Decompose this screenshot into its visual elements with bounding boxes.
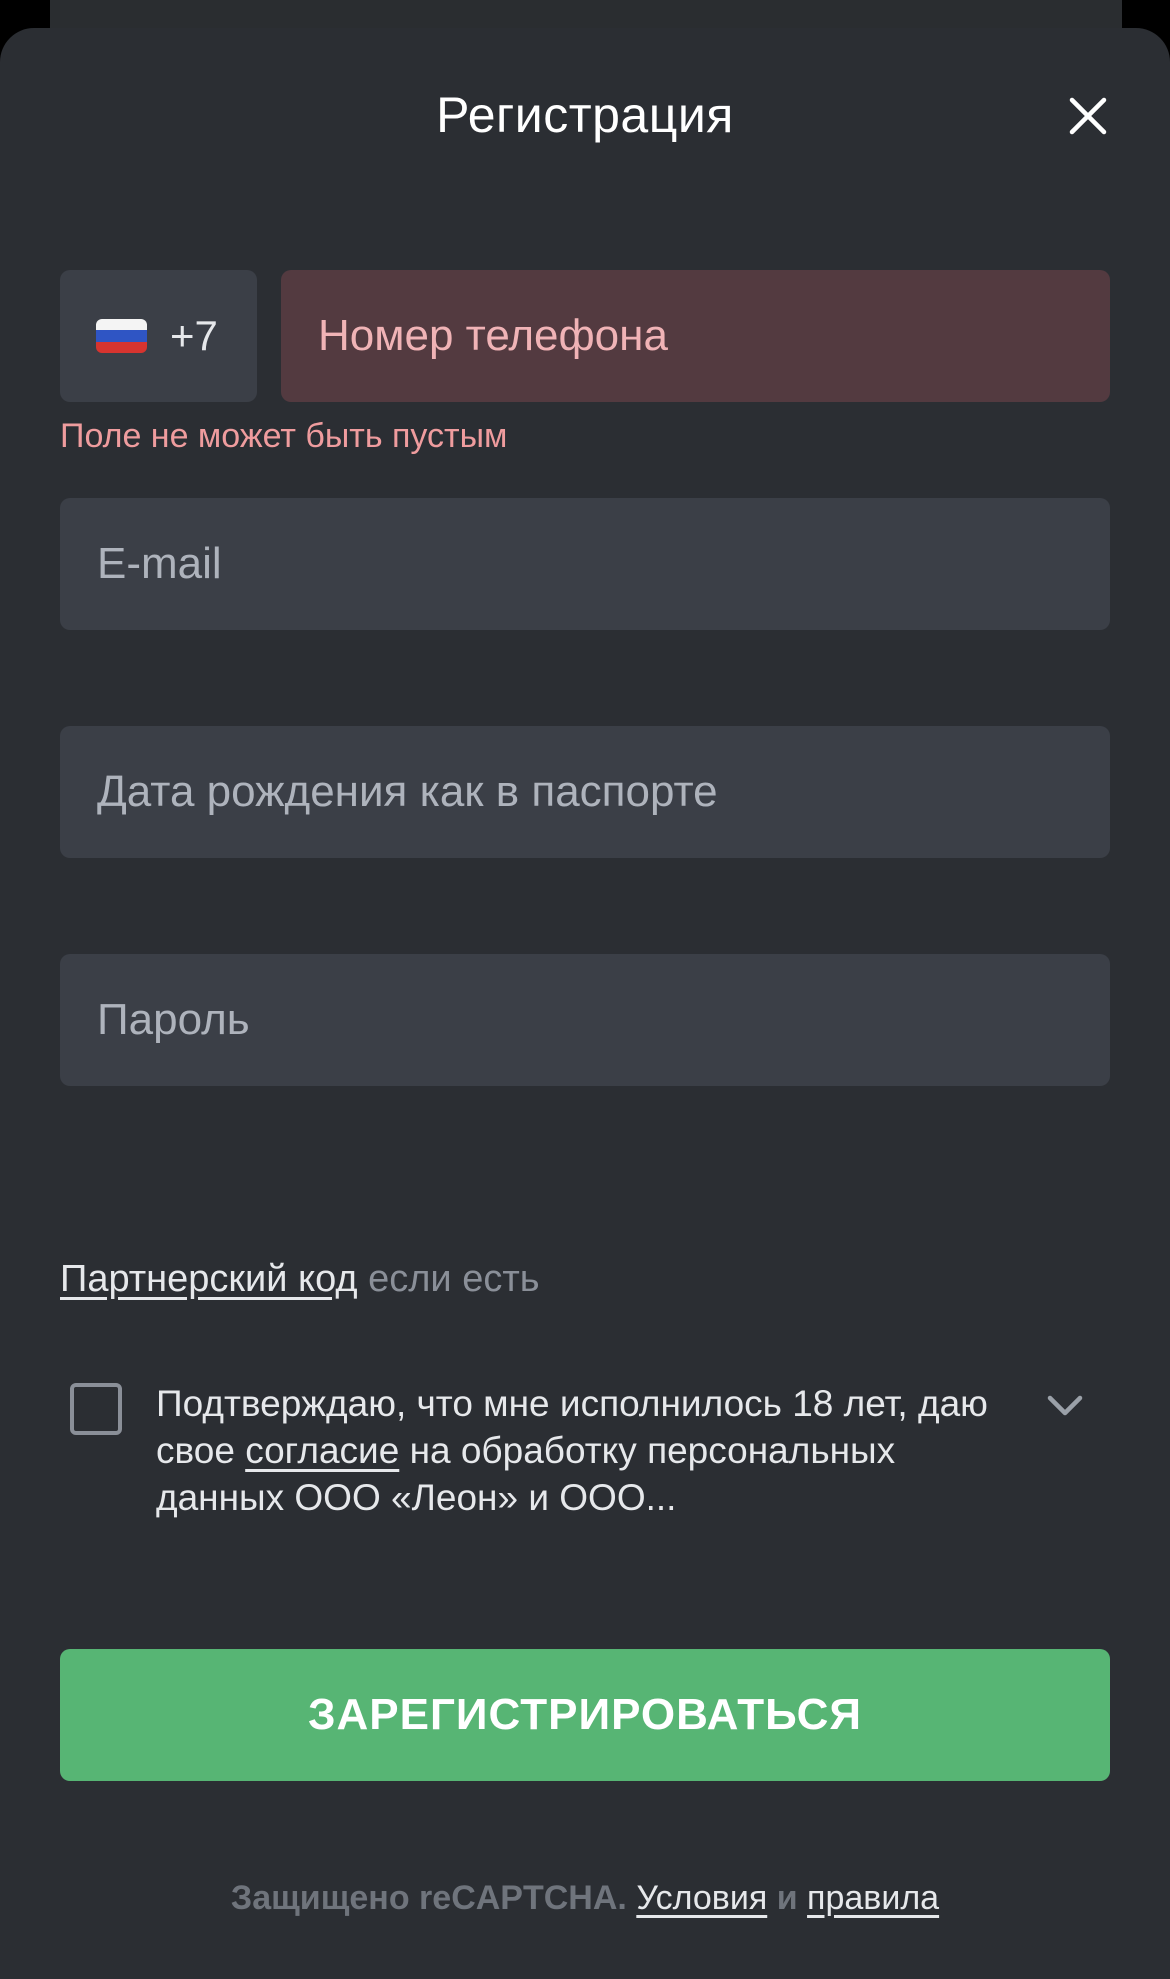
partner-code-hint: если есть <box>368 1258 540 1300</box>
dial-code: +7 <box>170 312 218 359</box>
terms-link[interactable]: Условия <box>636 1879 767 1917</box>
phone-error-message: Поле не может быть пустым <box>60 417 508 455</box>
phone-placeholder: Номер телефона <box>318 311 668 360</box>
flag-russia-icon <box>96 319 147 353</box>
close-button[interactable] <box>1058 86 1118 146</box>
consent-expand-button[interactable] <box>1040 1386 1090 1426</box>
email-input[interactable]: E-mail <box>60 498 1110 630</box>
footer-and: и <box>776 1879 798 1917</box>
password-placeholder: Пароль <box>97 995 250 1044</box>
register-button[interactable]: ЗАРЕГИСТРИРОВАТЬСЯ <box>60 1649 1110 1781</box>
partner-code-link[interactable]: Партнерский код <box>60 1258 358 1300</box>
rules-link[interactable]: правила <box>807 1879 939 1917</box>
email-placeholder: E-mail <box>97 539 222 588</box>
birthdate-placeholder: Дата рождения как в паспорте <box>97 767 718 816</box>
page-title: Регистрация <box>436 87 734 143</box>
consent-text: Подтверждаю, что мне исполнилось 18 лет,… <box>156 1380 1026 1521</box>
partner-code-row: Партнерский код если есть <box>60 1254 540 1304</box>
consent-link[interactable]: согласие <box>245 1430 399 1471</box>
consent-checkbox[interactable] <box>70 1383 122 1435</box>
recaptcha-notice: Защищено reCAPTCHA. <box>230 1879 627 1917</box>
close-icon <box>1069 97 1107 135</box>
phone-input[interactable]: Номер телефона <box>281 270 1110 402</box>
country-code-select[interactable]: +7 <box>60 270 257 402</box>
password-input[interactable]: Пароль <box>60 954 1110 1086</box>
birthdate-input[interactable]: Дата рождения как в паспорте <box>60 726 1110 858</box>
chevron-down-icon <box>1047 1395 1083 1416</box>
recaptcha-footer: Защищено reCAPTCHA. Условия и правила <box>0 1874 1170 1922</box>
